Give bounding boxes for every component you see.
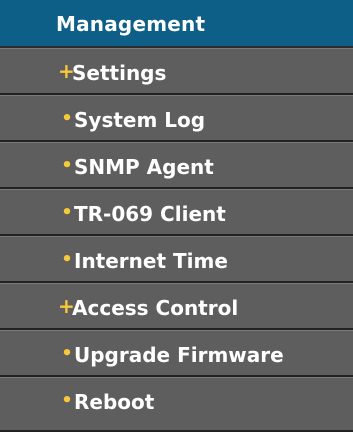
bullet-icon: • <box>61 343 73 364</box>
menu-item-label: Settings <box>72 61 167 85</box>
bullet-icon: • <box>61 202 73 223</box>
menu-header[interactable]: Management <box>0 0 353 48</box>
bullet-icon: • <box>61 390 73 411</box>
menu-item-label: SNMP Agent <box>74 155 214 179</box>
menu-item-label: Reboot <box>74 390 155 414</box>
bullet-icon: • <box>61 108 73 129</box>
bullet-icon: • <box>61 249 73 270</box>
menu-item-reboot[interactable]: • Reboot <box>0 377 353 432</box>
menu-item-snmp-agent[interactable]: • SNMP Agent <box>0 142 353 189</box>
plus-icon: + <box>58 59 75 83</box>
menu-item-label: Internet Time <box>74 249 228 273</box>
bullet-icon: • <box>61 155 73 176</box>
menu-item-system-log[interactable]: • System Log <box>0 95 353 142</box>
menu-item-tr-069-client[interactable]: • TR-069 Client <box>0 189 353 236</box>
menu-item-internet-time[interactable]: • Internet Time <box>0 236 353 283</box>
menu-item-settings[interactable]: + Settings <box>0 48 353 95</box>
menu-item-label: Access Control <box>72 296 239 320</box>
menu-item-label: TR-069 Client <box>74 202 226 226</box>
menu-item-label: System Log <box>74 108 206 132</box>
menu-item-upgrade-firmware[interactable]: • Upgrade Firmware <box>0 330 353 377</box>
menu-item-label: Upgrade Firmware <box>74 343 284 367</box>
management-menu: Management + Settings • System Log • SNM… <box>0 0 353 432</box>
plus-icon: + <box>58 294 75 318</box>
menu-header-label: Management <box>56 12 206 36</box>
menu-item-access-control[interactable]: + Access Control <box>0 283 353 330</box>
